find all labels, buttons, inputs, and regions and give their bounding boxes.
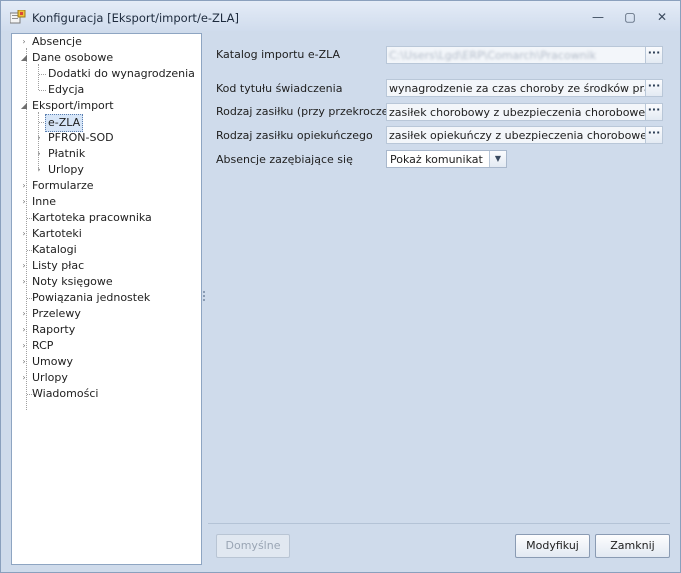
tree-item-label: Eksport/import [32, 99, 114, 112]
tree-connector [38, 64, 39, 90]
tree-item-label: Przelewy [32, 307, 81, 320]
tree-item-label: RCP [32, 339, 54, 352]
tree-item-label: Raporty [32, 323, 76, 336]
splitter-grip [203, 299, 205, 301]
expand-icon[interactable]: › [19, 338, 29, 354]
expand-icon[interactable]: › [34, 130, 44, 146]
modify-button[interactable]: Modyfikuj [515, 534, 590, 558]
config-window: Konfiguracja [Eksport/import/e-ZLA] — ▢ … [0, 0, 681, 573]
expand-icon[interactable]: › [19, 354, 29, 370]
catalog-label: Katalog importu e-ZLA [216, 48, 341, 61]
tree-item-label: Listy płac [32, 259, 85, 272]
defaults-button[interactable]: Domyślne [216, 534, 290, 558]
expand-icon[interactable]: › [19, 258, 29, 274]
tree-item-label: Inne [32, 195, 56, 208]
tree-item-label: Dodatki do wynagrodzenia [48, 67, 195, 80]
button-bar: Domyślne Modyfikuj Zamknij [208, 523, 670, 564]
title-bar[interactable]: Konfiguracja [Eksport/import/e-ZLA] — ▢ … [1, 1, 680, 31]
tree-item-label: Umowy [32, 355, 74, 368]
care-type-field[interactable]: zasiłek opiekuńczy z ubezpieczenia choro… [386, 126, 663, 144]
expand-icon[interactable]: › [19, 226, 29, 242]
config-app-icon [10, 10, 26, 24]
expand-icon[interactable]: › [19, 34, 29, 50]
maximize-icon[interactable]: ▢ [619, 9, 641, 25]
sickness-type-value: zasiłek chorobowy z ubezpieczenia chorob… [389, 106, 659, 119]
close-button[interactable]: Zamknij [595, 534, 670, 558]
expand-icon[interactable]: › [19, 274, 29, 290]
catalog-field[interactable]: C:\Users\Lgd\ERP\Comarch\Pracownik ··· [386, 46, 663, 64]
close-icon[interactable]: ✕ [651, 9, 673, 25]
chevron-down-icon[interactable]: ▼ [489, 151, 506, 167]
panel-splitter[interactable] [201, 33, 207, 563]
settings-panel: Katalog importu e-ZLA C:\Users\Lgd\ERP\C… [208, 33, 670, 563]
benefit-title-value: wynagrodzenie za czas choroby ze środków… [389, 82, 662, 95]
collapse-icon[interactable]: ◢ [19, 50, 29, 66]
tree-item-label: Absencje [32, 35, 82, 48]
tree-item-label: Formularze [32, 179, 94, 192]
browse-catalog-button[interactable]: ··· [645, 47, 662, 63]
expand-icon[interactable]: › [19, 178, 29, 194]
sickness-type-lookup-button[interactable]: ··· [645, 104, 662, 120]
overlap-value: Pokaż komunikat [390, 153, 483, 166]
overlap-select[interactable]: Pokaż komunikat ▼ [386, 150, 507, 168]
care-type-value: zasiłek opiekuńczy z ubezpieczenia choro… [389, 129, 661, 142]
expand-icon[interactable]: › [19, 194, 29, 210]
window-title: Konfiguracja [Eksport/import/e-ZLA] [32, 11, 239, 25]
benefit-title-field[interactable]: wynagrodzenie za czas choroby ze środków… [386, 79, 663, 97]
catalog-value: C:\Users\Lgd\ERP\Comarch\Pracownik [389, 49, 597, 62]
expand-icon[interactable]: › [19, 370, 29, 386]
config-tree[interactable]: › Absencje ◢ Dane osobowe Dodatki do wyn… [11, 33, 202, 565]
splitter-grip [203, 295, 205, 297]
tree-connector [39, 90, 46, 91]
expand-icon[interactable]: › [34, 146, 44, 162]
tree-item-label: Płatnik [48, 147, 86, 160]
tree-item-label: Urlopy [48, 163, 84, 176]
tree-connector [39, 74, 46, 75]
minimize-icon[interactable]: — [587, 9, 609, 25]
overlap-label: Absencje zazębiające się [216, 153, 353, 166]
tree-item-label: Dane osobowe [32, 51, 114, 64]
sickness-type-label: Rodzaj zasiłku (przy przekroczeniu) [216, 105, 410, 118]
expand-icon[interactable]: › [34, 162, 44, 178]
benefit-title-label: Kod tytułu świadczenia [216, 82, 343, 95]
collapse-icon[interactable]: ◢ [19, 98, 29, 114]
tree-item-label: Noty księgowe [32, 275, 113, 288]
splitter-grip [203, 291, 205, 293]
sickness-type-field[interactable]: zasiłek chorobowy z ubezpieczenia chorob… [386, 103, 663, 121]
care-type-label: Rodzaj zasiłku opiekuńczego [216, 129, 373, 142]
benefit-title-lookup-button[interactable]: ··· [645, 80, 662, 96]
tree-item-label: Wiadomości [32, 387, 99, 400]
tree-item-label: Kartoteki [32, 227, 82, 240]
tree-item-label: Kartoteka pracownika [32, 211, 152, 224]
tree-item-label: Edycja [48, 83, 85, 96]
tree-item-label: Urlopy [32, 371, 68, 384]
expand-icon[interactable]: › [19, 306, 29, 322]
tree-item-label: PFRON-SOD [48, 131, 114, 144]
tree-item-label: Katalogi [32, 243, 77, 256]
tree-item-label: Powiązania jednostek [32, 291, 151, 304]
care-type-lookup-button[interactable]: ··· [645, 127, 662, 143]
expand-icon[interactable]: › [19, 322, 29, 338]
